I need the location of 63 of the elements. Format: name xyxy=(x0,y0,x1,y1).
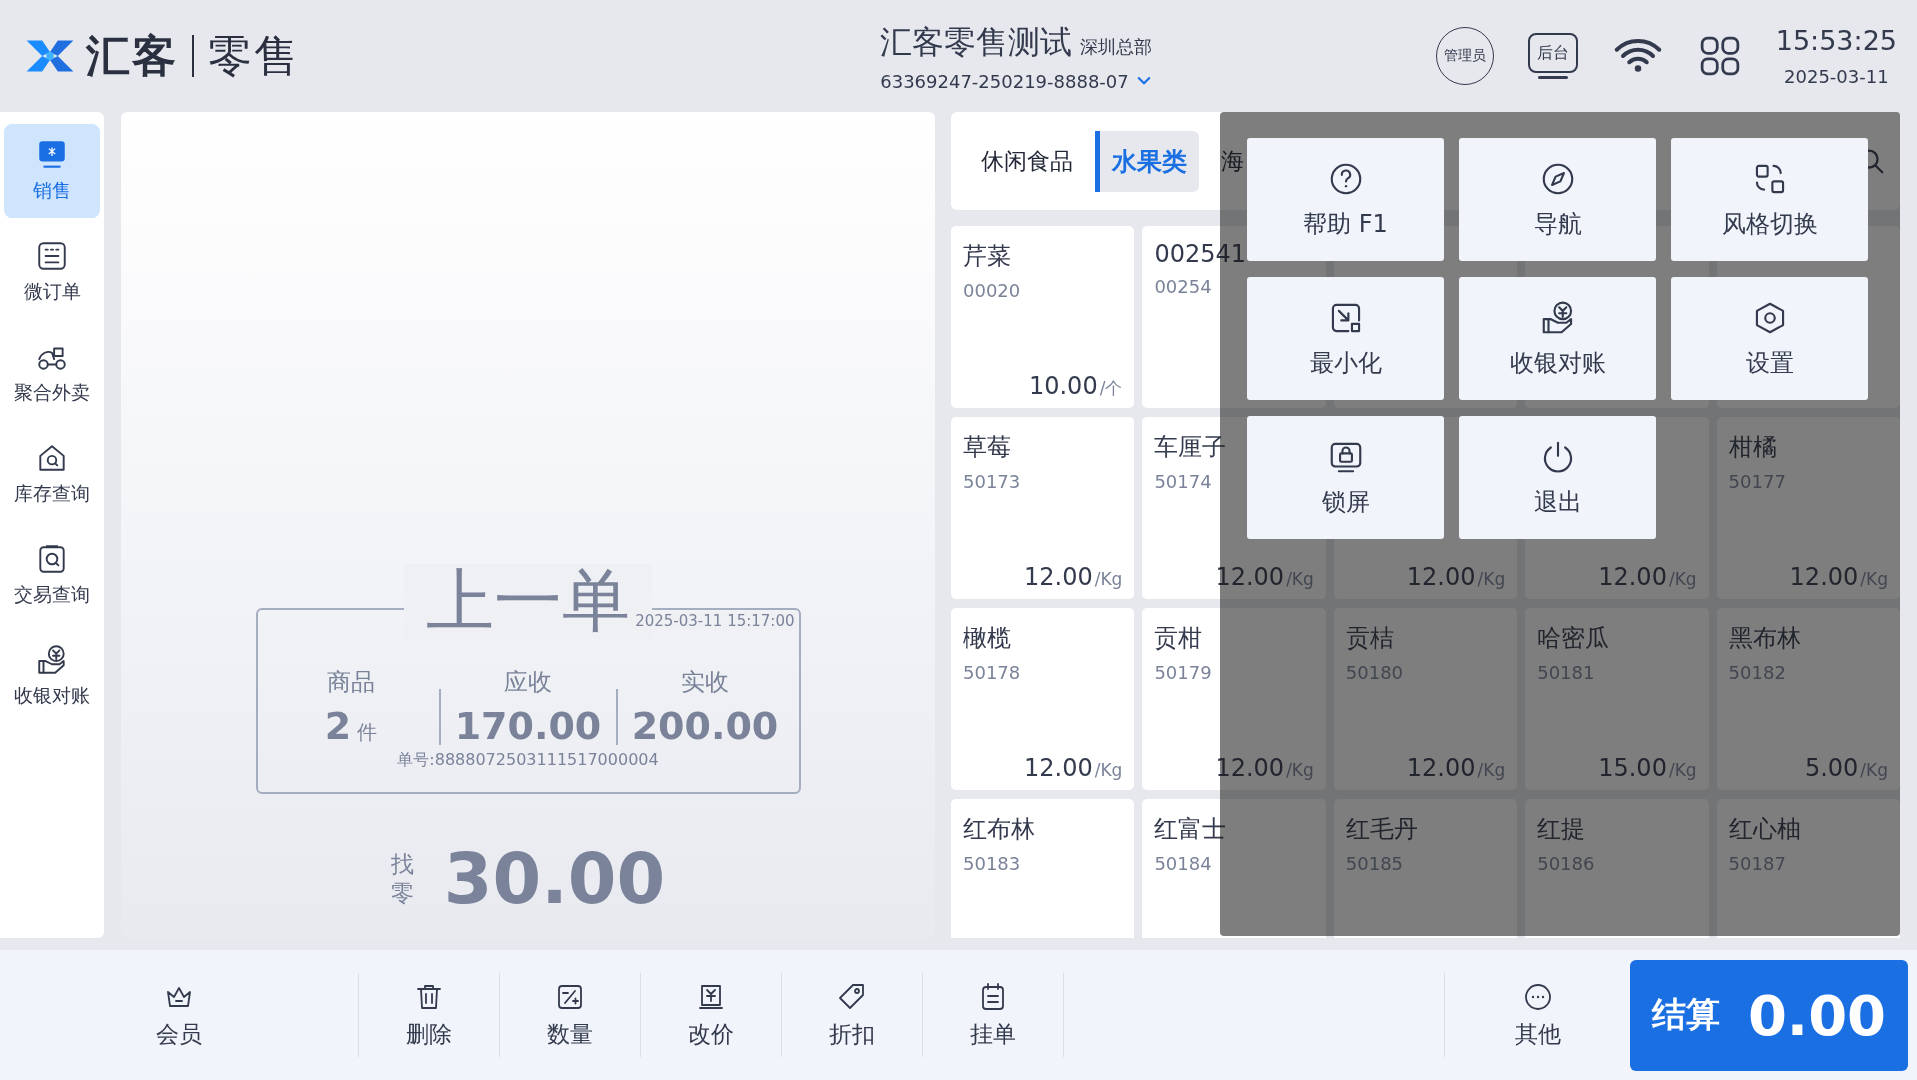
product-code: 00020 xyxy=(963,280,1022,301)
price-unit: /Kg xyxy=(1668,760,1697,780)
change-label: 找零 xyxy=(390,850,414,908)
stat-value: 2 xyxy=(324,704,352,748)
product-code: 50179 xyxy=(1154,662,1213,683)
price-unit: /Kg xyxy=(1860,569,1888,589)
brand-name: 汇客 xyxy=(86,28,178,83)
product-price: 12.00 xyxy=(1789,563,1859,591)
change-amount: 30.00 xyxy=(443,838,666,920)
stat-value: 170.00 xyxy=(454,704,602,748)
price-unit: /Kg xyxy=(1286,569,1314,589)
product-code: 50174 xyxy=(1154,471,1213,492)
price-unit: /Kg xyxy=(1477,760,1506,780)
product-code: 50177 xyxy=(1728,471,1787,492)
product-name: 贡柑 xyxy=(1154,623,1204,654)
store-name: 汇客零售测试 xyxy=(879,21,1072,63)
product-code: 50182 xyxy=(1728,662,1787,683)
product-price: 12.00 xyxy=(1024,754,1093,782)
product-name: 哈密瓜 xyxy=(1537,623,1611,654)
product-name: 红提 xyxy=(1537,814,1587,845)
product-name: 红布林 xyxy=(963,814,1036,845)
product-price: 15.00 xyxy=(1598,754,1667,782)
product-code: 50185 xyxy=(1345,853,1405,874)
product-price: 12.00 xyxy=(1406,563,1476,591)
product-price: 12.00 xyxy=(1598,563,1667,591)
price-unit: /Kg xyxy=(1477,569,1506,589)
price-unit: /Kg xyxy=(1286,760,1314,780)
stat-label: 应收 xyxy=(504,667,552,698)
product-code: 50183 xyxy=(963,853,1022,874)
product-name: 黑布林 xyxy=(1728,623,1802,654)
price-unit: /Kg xyxy=(1668,569,1697,589)
stat-unit: 件 xyxy=(357,719,378,746)
product-code: 50184 xyxy=(1154,853,1213,874)
product-name: 红心柚 xyxy=(1728,814,1802,845)
clock-date: 2025-03-11 xyxy=(1784,66,1889,87)
price-unit: /Kg xyxy=(1094,569,1123,589)
product-price: 10.00 xyxy=(1028,372,1098,400)
product-name: 橄榄 xyxy=(963,623,1012,654)
product-price: 12.00 xyxy=(1024,563,1093,591)
product-code: 50178 xyxy=(963,662,1022,683)
product-name: 柑橘 xyxy=(1728,432,1778,463)
product-name: 芹菜 xyxy=(963,241,1012,272)
order-number: 单号:8888072503111517000004 xyxy=(397,750,659,771)
product-name: 贡桔 xyxy=(1345,623,1395,654)
product-code: 50186 xyxy=(1537,853,1596,874)
product-code: 50173 xyxy=(963,471,1022,492)
price-unit: /个 xyxy=(1099,377,1123,400)
product-price: 12.00 xyxy=(1406,754,1476,782)
stat-label: 实收 xyxy=(681,667,729,698)
stat-value: 200.00 xyxy=(631,704,779,748)
price-unit: /Kg xyxy=(1860,760,1888,780)
branch-name: 深圳总部 xyxy=(1079,34,1152,59)
product-code: 50180 xyxy=(1345,662,1405,683)
clock-time: 15:53:25 xyxy=(1775,25,1897,56)
product-name: 红毛丹 xyxy=(1345,814,1419,845)
product-code: 50181 xyxy=(1537,662,1596,683)
stat-label: 商品 xyxy=(327,667,375,698)
product-code: 00254 xyxy=(1154,276,1213,297)
product-name: 草莓 xyxy=(963,432,1012,463)
product-code: 50187 xyxy=(1728,853,1787,874)
product-price: 5.00 xyxy=(1804,754,1859,782)
price-unit: /Kg xyxy=(1094,760,1123,780)
product-name: 零售 xyxy=(208,28,300,83)
